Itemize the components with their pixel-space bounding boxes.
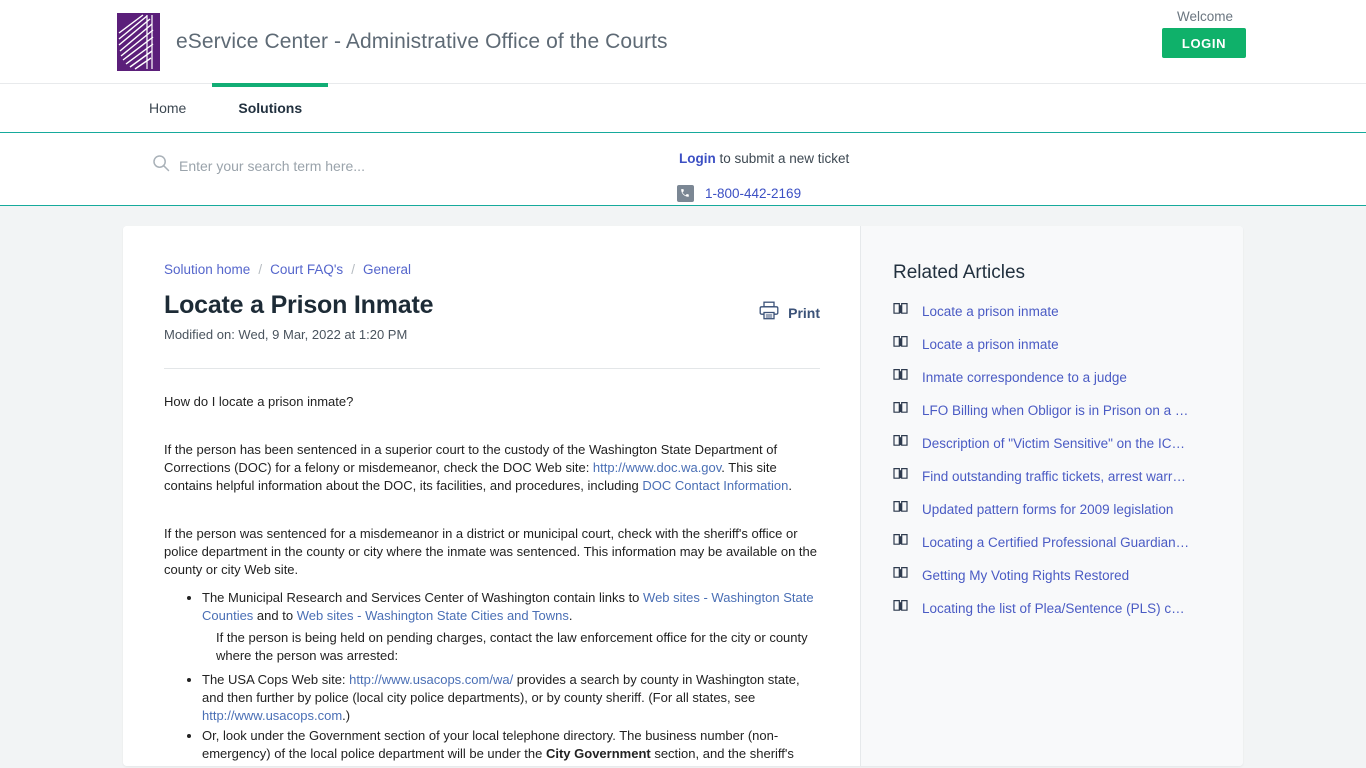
related-article-label: Locating the list of Plea/Sentence (PLS)… (922, 600, 1190, 616)
article-body: How do I locate a prison inmate? If the … (164, 393, 820, 766)
ticket-login-link[interactable]: Login (679, 151, 716, 166)
related-article-item-9[interactable]: Locating the list of Plea/Sentence (PLS)… (893, 599, 1221, 617)
related-article-item-7[interactable]: Locating a Certified Professional Guardi… (893, 533, 1221, 551)
article-question: How do I locate a prison inmate? (164, 394, 354, 409)
login-button[interactable]: LOGIN (1162, 28, 1246, 58)
aoc-logo-icon (117, 13, 160, 71)
book-icon (893, 467, 908, 485)
article-paragraph-2: If the person was sentenced for a misdem… (164, 526, 818, 577)
book-icon (893, 500, 908, 518)
book-icon (893, 434, 908, 452)
header-account-area: Welcome LOGIN (1162, 8, 1248, 58)
related-articles-title: Related Articles (893, 262, 1026, 283)
bullet3-text-c: section. (494, 764, 542, 766)
article-header: Locate a Prison Inmate Modified on: Wed,… (164, 291, 820, 342)
related-article-item-4[interactable]: Description of "Victim Sensitive" on the… (893, 434, 1221, 452)
related-article-label: LFO Billing when Obligor is in Prison on… (922, 402, 1190, 418)
brand-title: eService Center - Administrative Office … (176, 30, 668, 53)
ticket-login-line: Login to submit a new ticket (679, 149, 1039, 169)
search-input[interactable] (179, 157, 599, 174)
related-articles-panel: Related Articles Locate a prison inmate … (860, 226, 1243, 766)
related-article-label: Getting My Voting Rights Restored (922, 567, 1130, 583)
nav-item-home[interactable]: Home (123, 84, 212, 133)
related-article-label: Find outstanding traffic tickets, arrest… (922, 468, 1190, 484)
ticket-block: Login to submit a new ticket 1-800-442-2… (677, 149, 1039, 202)
related-article-item-6[interactable]: Updated pattern forms for 2009 legislati… (893, 500, 1221, 518)
related-article-label: Inmate correspondence to a judge (922, 369, 1127, 385)
article-column: Solution home / Court FAQ's / General Locate… (123, 226, 860, 766)
wa-cities-towns-link[interactable]: Web sites - Washington State Cities and … (297, 608, 569, 623)
list-item: Or, look under the Government section of… (202, 727, 820, 766)
search-panel: Login to submit a new ticket 1-800-442-2… (0, 132, 1366, 206)
related-article-label: Locate a prison inmate (922, 336, 1059, 352)
article-divider (164, 368, 820, 369)
brand[interactable]: eService Center - Administrative Office … (117, 13, 668, 71)
breadcrumb: Solution home / Court FAQ's / General (164, 262, 820, 277)
book-icon (893, 401, 908, 419)
site-header: eService Center - Administrative Office … (0, 0, 1366, 84)
print-button[interactable]: Print (759, 301, 820, 325)
breadcrumb-item-solution-home[interactable]: Solution home (164, 262, 250, 277)
county-government-emphasis: County Government (369, 764, 494, 766)
related-article-label: Locate a prison inmate (922, 303, 1059, 319)
breadcrumb-separator: / (258, 262, 263, 277)
search-field-wrap (152, 154, 612, 177)
bullet1-text-b: and to (253, 608, 297, 623)
related-article-item-2[interactable]: Inmate correspondence to a judge (893, 368, 1221, 386)
bullet1-subtext: If the person is being held on pending c… (216, 630, 808, 663)
para1-text-c: . (788, 478, 792, 493)
book-icon (893, 335, 908, 353)
related-article-item-0[interactable]: Locate a prison inmate (893, 302, 1221, 320)
usacops-wa-link[interactable]: http://www.usacops.com/wa/ (349, 672, 513, 687)
related-article-label: Updated pattern forms for 2009 legislati… (922, 501, 1174, 517)
related-article-item-3[interactable]: LFO Billing when Obligor is in Prison on… (893, 401, 1221, 419)
phone-icon (677, 185, 694, 202)
related-article-label: Locating a Certified Professional Guardi… (922, 534, 1190, 550)
bullet2-text-a: The USA Cops Web site: (202, 672, 350, 687)
ticket-login-suffix: to submit a new ticket (715, 151, 850, 166)
main-nav: Home Solutions (0, 83, 1366, 133)
support-phone-number[interactable]: 1-800-442-2169 (705, 186, 801, 201)
list-item: The Municipal Research and Services Cent… (202, 589, 820, 665)
breadcrumb-item-general[interactable]: General (363, 262, 411, 277)
print-label: Print (788, 305, 820, 321)
bullet1-text-a: The Municipal Research and Services Cent… (202, 590, 644, 605)
doc-website-link[interactable]: http://www.doc.wa.gov (593, 460, 721, 475)
book-icon (893, 368, 908, 386)
bullet2-text-c: .) (342, 708, 351, 723)
article-bullet-list: The Municipal Research and Services Cent… (164, 589, 820, 766)
list-item: The USA Cops Web site: http://www.usacop… (202, 671, 820, 725)
related-article-item-5[interactable]: Find outstanding traffic tickets, arrest… (893, 467, 1221, 485)
article-paragraph-1: If the person has been sentenced in a su… (164, 441, 820, 495)
content-card: Solution home / Court FAQ's / General Locate… (123, 226, 1243, 766)
breadcrumb-separator: / (351, 262, 355, 277)
search-icon (152, 154, 170, 177)
page-title: Locate a Prison Inmate (164, 291, 434, 319)
nav-item-solutions[interactable]: Solutions (212, 83, 328, 133)
welcome-label: Welcome (1176, 9, 1234, 24)
related-article-item-1[interactable]: Locate a prison inmate (893, 335, 1221, 353)
support-phone-line: 1-800-442-2169 (677, 185, 1039, 202)
page-body: Solution home / Court FAQ's / General Locate… (0, 206, 1366, 766)
related-article-item-8[interactable]: Getting My Voting Rights Restored (893, 566, 1221, 584)
article-modified-date: Modified on: Wed, 9 Mar, 2022 at 1:20 PM (164, 327, 408, 342)
doc-contact-information-link[interactable]: DOC Contact Information (642, 478, 788, 493)
usacops-link[interactable]: http://www.usacops.com (202, 708, 342, 723)
book-icon (893, 599, 908, 617)
book-icon (893, 566, 908, 584)
city-government-emphasis: City Government (545, 746, 651, 761)
bullet1-text-c: . (568, 608, 573, 623)
printer-icon (759, 301, 779, 325)
book-icon (893, 302, 908, 320)
related-articles-list: Locate a prison inmate Locate a prison i… (893, 302, 1221, 617)
breadcrumb-item-court-faqs[interactable]: Court FAQ's (270, 262, 343, 277)
book-icon (893, 533, 908, 551)
related-article-label: Description of "Victim Sensitive" on the… (922, 435, 1190, 451)
